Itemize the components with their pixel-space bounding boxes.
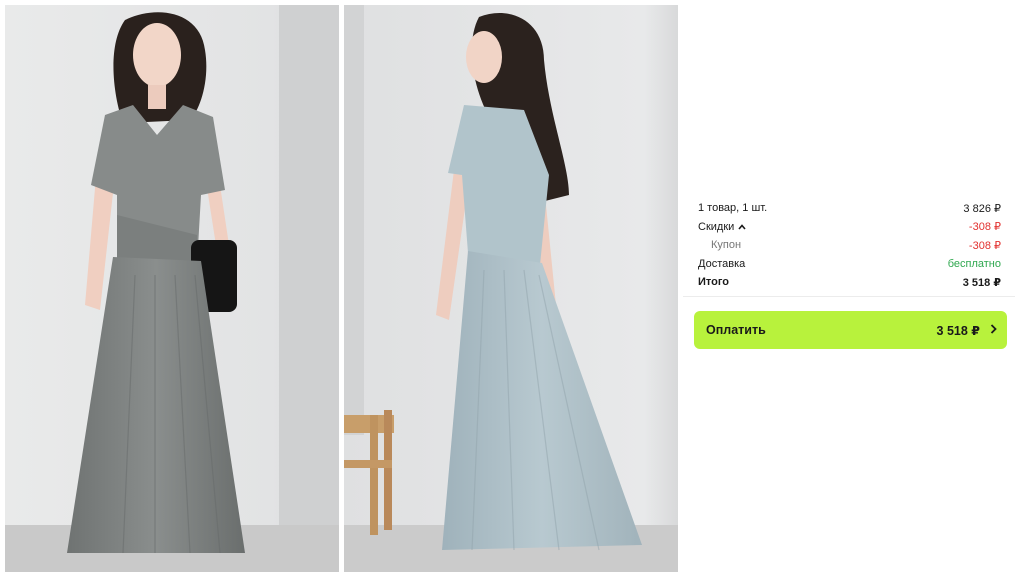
discounts-row[interactable]: Скидки -308 ₽ [698,218,1001,237]
pay-button-amount: 3 518 ₽ [936,323,980,338]
discounts-toggle[interactable]: Скидки [698,221,746,233]
product-photo-back [344,5,678,572]
items-value: 3 826 ₽ [963,202,1001,215]
items-row: 1 товар, 1 шт. 3 826 ₽ [698,199,1001,218]
chevron-up-icon [738,221,746,233]
delivery-row: Доставка бесплатно [698,255,1001,274]
total-label: Итого [698,276,730,289]
coupon-row: Купон -308 ₽ [698,236,1001,255]
pay-button-right: 3 518 ₽ [937,323,997,338]
discounts-value: -308 ₽ [968,221,1001,234]
pay-button[interactable]: Оплатить 3 518 ₽ [694,311,1007,349]
order-summary: 1 товар, 1 шт. 3 826 ₽ Скидки -308 ₽ Куп… [683,193,1015,297]
product-photo-front [5,5,339,572]
coupon-label: Купон [711,239,742,252]
coupon-value: -308 ₽ [968,239,1001,252]
chevron-right-icon [990,323,997,337]
pay-button-label: Оплатить [706,323,766,337]
total-value: 3 518 ₽ [962,276,1001,289]
total-row: Итого 3 518 ₽ [698,273,1001,292]
discounts-label: Скидки [698,220,735,233]
delivery-value: бесплатно [947,257,1001,270]
delivery-label: Доставка [698,257,746,270]
items-label: 1 товар, 1 шт. [698,202,768,215]
